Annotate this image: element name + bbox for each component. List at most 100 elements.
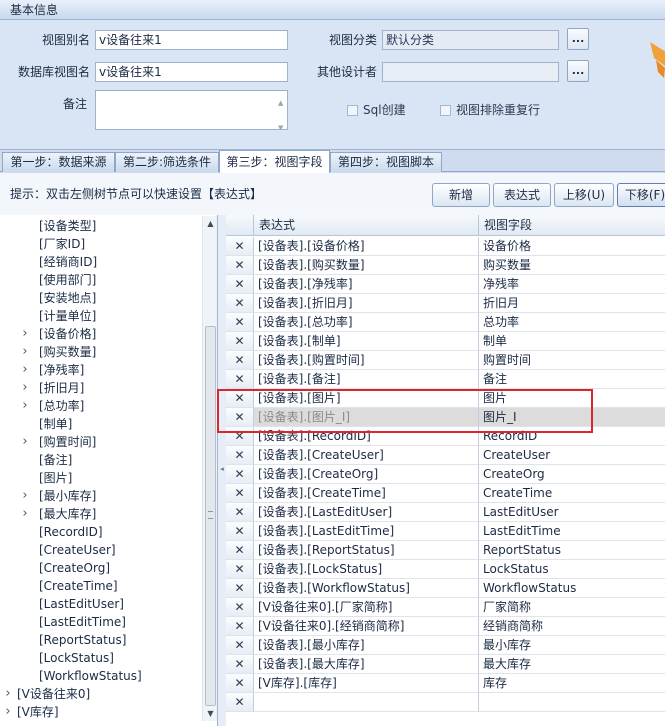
table-row[interactable]: ✕ bbox=[226, 693, 665, 712]
expression-cell[interactable]: [设备表].[备注] bbox=[254, 370, 479, 389]
expression-cell[interactable]: [设备表].[设备价格] bbox=[254, 237, 479, 256]
delete-row-icon[interactable]: ✕ bbox=[226, 294, 254, 313]
view-field-cell[interactable]: 折旧月 bbox=[479, 294, 665, 313]
tree-root-node[interactable]: › [V设备往来0] bbox=[0, 685, 200, 703]
tree-node[interactable]: [LastEditUser] bbox=[0, 595, 200, 613]
view-field-cell[interactable]: 制单 bbox=[479, 332, 665, 351]
table-row[interactable]: ✕ [设备表].[折旧月] 折旧月 bbox=[226, 294, 665, 313]
delete-row-icon[interactable]: ✕ bbox=[226, 503, 254, 522]
tab-view-fields[interactable]: 第三步：视图字段 bbox=[219, 150, 330, 173]
table-row[interactable]: ✕ [设备表].[净残率] 净残率 bbox=[226, 275, 665, 294]
delete-row-icon[interactable]: ✕ bbox=[226, 332, 254, 351]
tab-data-source[interactable]: 第一步：数据来源 bbox=[2, 152, 115, 172]
sql-create-checkbox[interactable] bbox=[347, 105, 358, 116]
view-field-cell[interactable]: 最大库存 bbox=[479, 655, 665, 674]
move-down-button[interactable]: 下移(F) bbox=[617, 183, 665, 207]
tab-filter-conditions[interactable]: 第二步:筛选条件 bbox=[115, 152, 219, 172]
column-header-view-field[interactable]: 视图字段 bbox=[479, 215, 665, 236]
delete-row-icon[interactable]: ✕ bbox=[226, 465, 254, 484]
view-category-input[interactable]: 默认分类 bbox=[382, 30, 559, 50]
tree-scroll-thumb[interactable] bbox=[205, 326, 216, 706]
delete-row-icon[interactable]: ✕ bbox=[226, 256, 254, 275]
tree-node[interactable]: [LastEditTime] bbox=[0, 613, 200, 631]
tree-node[interactable]: [ReportStatus] bbox=[0, 631, 200, 649]
expand-arrow-icon[interactable]: › bbox=[3, 685, 13, 703]
expression-cell[interactable]: [V设备往来0].[厂家简称] bbox=[254, 598, 479, 617]
expression-cell[interactable]: [V库存].[库存] bbox=[254, 674, 479, 693]
view-field-cell[interactable]: LastEditUser bbox=[479, 503, 665, 522]
table-row[interactable]: ✕ [设备表].[LastEditTime] LastEditTime bbox=[226, 522, 665, 541]
tree-node[interactable]: [图片] bbox=[0, 469, 200, 487]
tree-node[interactable]: › [购置时间] bbox=[0, 433, 200, 451]
expression-cell[interactable]: [设备表].[CreateOrg] bbox=[254, 465, 479, 484]
tree-node[interactable]: › [净残率] bbox=[0, 361, 200, 379]
expand-arrow-icon[interactable]: › bbox=[20, 343, 30, 361]
tree-node[interactable]: › [设备价格] bbox=[0, 325, 200, 343]
tree-node[interactable]: [制单] bbox=[0, 415, 200, 433]
tree-node[interactable]: [CreateTime] bbox=[0, 577, 200, 595]
tree-node[interactable]: [LockStatus] bbox=[0, 649, 200, 667]
expression-cell[interactable]: [设备表].[CreateUser] bbox=[254, 446, 479, 465]
new-button[interactable]: 新增 bbox=[432, 183, 490, 207]
expand-arrow-icon[interactable]: › bbox=[20, 361, 30, 379]
table-row[interactable]: ✕ [设备表].[购买数量] 购买数量 bbox=[226, 256, 665, 275]
expression-cell[interactable]: [设备表].[最大库存] bbox=[254, 655, 479, 674]
delete-row-icon[interactable]: ✕ bbox=[226, 484, 254, 503]
expression-button[interactable]: 表达式 bbox=[493, 183, 551, 207]
expression-cell[interactable]: [设备表].[LastEditUser] bbox=[254, 503, 479, 522]
view-alias-input[interactable]: v设备往来1 bbox=[95, 30, 288, 50]
expression-cell[interactable]: [设备表].[ReportStatus] bbox=[254, 541, 479, 560]
field-tree[interactable]: [设备类型] [厂家ID] [经销商ID] [使用部门] [安装地点] [计量单位] › [设… bbox=[0, 215, 218, 726]
table-row[interactable]: ✕ [设备表].[LastEditUser] LastEditUser bbox=[226, 503, 665, 522]
view-field-cell[interactable]: 购置时间 bbox=[479, 351, 665, 370]
table-row[interactable]: ✕ [V设备往来0].[厂家简称] 厂家简称 bbox=[226, 598, 665, 617]
tree-node[interactable]: [CreateOrg] bbox=[0, 559, 200, 577]
table-row[interactable]: ✕ [V库存].[库存] 库存 bbox=[226, 674, 665, 693]
expression-cell[interactable]: [设备表].[CreateTime] bbox=[254, 484, 479, 503]
view-field-cell[interactable]: CreateTime bbox=[479, 484, 665, 503]
expression-cell[interactable]: [设备表].[购置时间] bbox=[254, 351, 479, 370]
expression-cell[interactable]: [V设备往来0].[经销商简称] bbox=[254, 617, 479, 636]
collapse-left-icon[interactable]: ◂ bbox=[218, 463, 226, 475]
tree-scrollbar[interactable]: ▲ ▼ bbox=[202, 216, 217, 721]
tree-node[interactable]: [安装地点] bbox=[0, 289, 200, 307]
tree-node[interactable]: [WorkflowStatus] bbox=[0, 667, 200, 685]
tab-view-script[interactable]: 第四步：视图脚本 bbox=[330, 152, 442, 172]
expand-arrow-icon[interactable]: › bbox=[3, 703, 13, 721]
view-field-cell[interactable]: CreateUser bbox=[479, 446, 665, 465]
tree-node[interactable]: › [购买数量] bbox=[0, 343, 200, 361]
delete-row-icon[interactable]: ✕ bbox=[226, 636, 254, 655]
scroll-up-icon[interactable]: ▲ bbox=[203, 216, 218, 231]
view-field-cell[interactable]: 总功率 bbox=[479, 313, 665, 332]
view-field-cell[interactable] bbox=[479, 693, 665, 712]
tree-node[interactable]: [使用部门] bbox=[0, 271, 200, 289]
delete-row-icon[interactable]: ✕ bbox=[226, 560, 254, 579]
table-row[interactable]: ✕ [设备表].[设备价格] 设备价格 bbox=[226, 237, 665, 256]
tree-node[interactable]: [经销商ID] bbox=[0, 253, 200, 271]
expression-cell[interactable]: [设备表].[制单] bbox=[254, 332, 479, 351]
delete-row-icon[interactable]: ✕ bbox=[226, 579, 254, 598]
expand-arrow-icon[interactable]: › bbox=[20, 379, 30, 397]
dedupe-checkbox[interactable] bbox=[440, 105, 451, 116]
tree-node[interactable]: › [折旧月] bbox=[0, 379, 200, 397]
table-row[interactable]: ✕ [V设备往来0].[经销商简称] 经销商简称 bbox=[226, 617, 665, 636]
table-row[interactable]: ✕ [设备表].[ReportStatus] ReportStatus bbox=[226, 541, 665, 560]
tree-node[interactable]: [备注] bbox=[0, 451, 200, 469]
expand-arrow-icon[interactable]: › bbox=[20, 433, 30, 451]
expand-arrow-icon[interactable]: › bbox=[20, 325, 30, 343]
tree-node[interactable]: [RecordID] bbox=[0, 523, 200, 541]
delete-row-icon[interactable]: ✕ bbox=[226, 693, 254, 712]
category-browse-button[interactable]: ... bbox=[567, 28, 589, 50]
expression-cell[interactable]: [设备表].[WorkflowStatus] bbox=[254, 579, 479, 598]
delete-row-icon[interactable]: ✕ bbox=[226, 598, 254, 617]
expand-arrow-icon[interactable]: › bbox=[20, 505, 30, 523]
expression-cell[interactable]: [设备表].[最小库存] bbox=[254, 636, 479, 655]
table-row[interactable]: ✕ [设备表].[CreateTime] CreateTime bbox=[226, 484, 665, 503]
remark-textarea[interactable]: ▲ ▼ bbox=[95, 90, 288, 130]
tree-node[interactable]: [设备类型] bbox=[0, 217, 200, 235]
view-field-cell[interactable]: 厂家简称 bbox=[479, 598, 665, 617]
tree-node[interactable]: [CreateUser] bbox=[0, 541, 200, 559]
expand-arrow-icon[interactable]: › bbox=[20, 397, 30, 415]
scroll-down-icon[interactable]: ▼ bbox=[203, 706, 218, 721]
view-field-cell[interactable]: CreateOrg bbox=[479, 465, 665, 484]
